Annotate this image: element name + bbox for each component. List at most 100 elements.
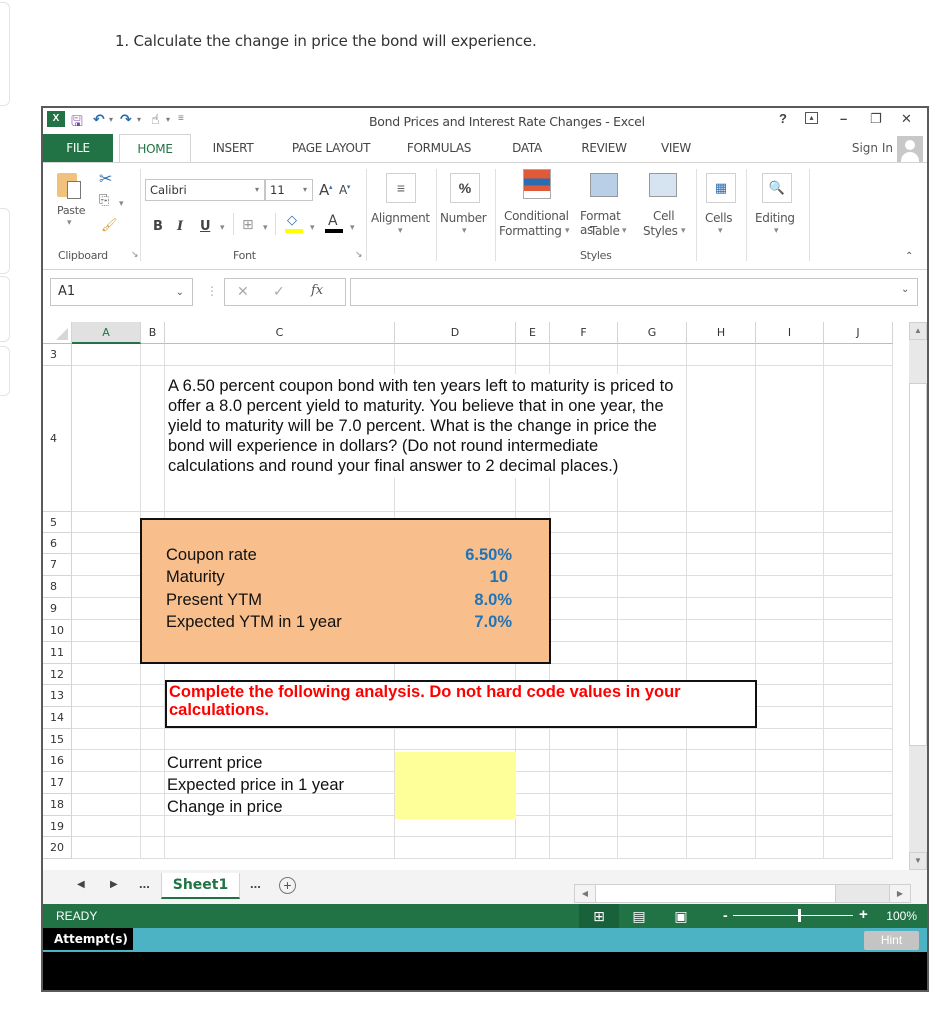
spreadsheet-grid[interactable]: A B C D E F G H I J 3 4 5 6 7 8 9 10 11 12 13 14 15 16 17 18 19 20 … (43, 322, 911, 870)
minimize-icon[interactable]: – (840, 111, 847, 126)
cancel-icon[interactable]: ✕ (237, 283, 249, 300)
tab-home[interactable]: HOME (119, 134, 191, 162)
format-as-table-button[interactable]: Format as Table ▾ (576, 167, 636, 241)
input-value-maturity[interactable]: 10 (428, 568, 508, 587)
row-header-11[interactable]: 11 (43, 642, 72, 664)
enter-icon[interactable]: ✓ (273, 283, 285, 300)
page-layout-view-icon[interactable]: ▤ (619, 904, 659, 928)
sheet-ellipsis-right[interactable]: ... (250, 876, 261, 891)
answer-cell-current-price[interactable] (395, 752, 516, 774)
tab-review[interactable]: REVIEW (573, 134, 635, 162)
column-header-e[interactable]: E (516, 322, 550, 344)
horizontal-scrollbar[interactable]: ◀ ▶ (574, 884, 911, 903)
fill-dropdown-icon[interactable]: ▾ (310, 223, 315, 233)
grow-font-icon[interactable]: A▴ (319, 181, 333, 199)
vertical-scrollbar[interactable]: ▲ ▼ (909, 322, 927, 870)
font-launcher-icon[interactable]: ↘ (355, 250, 363, 260)
underline-button[interactable]: U (200, 219, 211, 234)
expand-formula-icon[interactable]: ⌄ (901, 284, 909, 295)
sign-in-link[interactable]: Sign In (852, 141, 893, 155)
row-header-18[interactable]: 18 (43, 794, 72, 816)
borders-dropdown-icon[interactable]: ▾ (263, 223, 268, 233)
clipboard-launcher-icon[interactable]: ↘ (131, 250, 139, 260)
tab-file[interactable]: FILE (43, 134, 113, 162)
sheet-ellipsis-left[interactable]: ... (139, 876, 150, 891)
editing-button[interactable]: 🔍 Editing ▾ (749, 173, 805, 239)
tab-page-layout[interactable]: PAGE LAYOUT (283, 134, 379, 162)
row-header-13[interactable]: 13 (43, 685, 72, 707)
restore-icon[interactable]: ❐ (870, 111, 882, 127)
scroll-track[interactable] (909, 340, 927, 383)
column-header-g[interactable]: G (618, 322, 687, 344)
borders-icon[interactable]: ⊞ (242, 217, 254, 233)
conditional-formatting-button[interactable]: Conditional Formatting ▾ (499, 167, 575, 241)
row-header-5[interactable]: 5 (43, 512, 72, 533)
font-name-combo[interactable]: Calibri ▾ (145, 179, 265, 201)
row-header-9[interactable]: 9 (43, 598, 72, 620)
prev-sheet-icon[interactable]: ◀ (77, 879, 85, 890)
scroll-thumb[interactable] (596, 885, 836, 902)
bold-button[interactable]: B (153, 219, 163, 234)
column-header-f[interactable]: F (550, 322, 618, 344)
formula-bar-grip-icon[interactable]: ⋮ (206, 284, 218, 298)
undo-icon[interactable]: ↶ (93, 111, 105, 128)
column-header-j[interactable]: J (824, 322, 893, 344)
copy-icon[interactable]: ⎘ (99, 193, 109, 208)
font-color-button[interactable]: A (325, 213, 345, 235)
format-painter-icon[interactable]: 🖌 (101, 218, 118, 233)
italic-button[interactable]: I (177, 219, 183, 234)
row-header-8[interactable]: 8 (43, 576, 72, 598)
fill-color-button[interactable]: ◇ (285, 213, 305, 235)
input-value-coupon-rate[interactable]: 6.50% (432, 546, 512, 565)
row-header-10[interactable]: 10 (43, 620, 72, 642)
zoom-slider[interactable] (733, 915, 853, 916)
underline-dropdown-icon[interactable]: ▾ (220, 223, 225, 233)
paste-button[interactable]: Paste ▾ (51, 169, 87, 229)
row-header-3[interactable]: 3 (43, 344, 72, 366)
tab-view[interactable]: VIEW (651, 134, 701, 162)
input-value-expected-ytm[interactable]: 7.0% (432, 613, 512, 632)
hint-button[interactable]: Hint (864, 931, 919, 950)
scroll-right-icon[interactable]: ▶ (889, 885, 910, 902)
font-size-combo[interactable]: 11 ▾ (265, 179, 313, 201)
redo-dropdown-icon[interactable]: ▾ (137, 115, 141, 124)
help-icon[interactable]: ? (779, 111, 787, 126)
column-header-i[interactable]: I (756, 322, 824, 344)
cut-icon[interactable]: ✂ (99, 169, 112, 188)
tab-insert[interactable]: INSERT (203, 134, 263, 162)
column-header-c[interactable]: C (165, 322, 395, 344)
next-sheet-icon[interactable]: ▶ (110, 879, 118, 890)
column-header-d[interactable]: D (395, 322, 516, 344)
zoom-level[interactable]: 100% (886, 909, 917, 923)
row-header-12[interactable]: 12 (43, 664, 72, 685)
user-avatar-icon[interactable] (897, 136, 923, 162)
scroll-track[interactable] (909, 746, 927, 852)
collapse-ribbon-icon[interactable]: ⌃ (905, 251, 913, 262)
scroll-thumb[interactable] (909, 383, 927, 746)
cell-styles-button[interactable]: Cell Styles ▾ (637, 167, 687, 241)
page-break-view-icon[interactable]: ▣ (661, 904, 701, 928)
undo-dropdown-icon[interactable]: ▾ (109, 115, 113, 124)
alignment-button[interactable]: ≡ Alignment ▾ (369, 173, 433, 239)
touch-dropdown-icon[interactable]: ▾ (166, 115, 170, 124)
touch-mode-icon[interactable]: ☝ (151, 111, 160, 128)
tab-data[interactable]: DATA (503, 134, 551, 162)
tab-formulas[interactable]: FORMULAS (399, 134, 479, 162)
shrink-font-icon[interactable]: A▾ (339, 183, 350, 197)
column-header-h[interactable]: H (687, 322, 756, 344)
add-sheet-icon[interactable]: + (279, 877, 296, 894)
row-header-16[interactable]: 16 (43, 750, 72, 772)
row-header-14[interactable]: 14 (43, 707, 72, 729)
font-color-dropdown-icon[interactable]: ▾ (350, 223, 355, 233)
scroll-up-icon[interactable]: ▲ (909, 322, 927, 340)
answer-cell-change-in-price[interactable] (395, 796, 516, 819)
row-header-15[interactable]: 15 (43, 729, 72, 750)
scroll-left-icon[interactable]: ◀ (575, 885, 596, 902)
customize-qat-icon[interactable]: ≡ (178, 113, 184, 124)
sheet-tab-sheet1[interactable]: Sheet1 (161, 873, 240, 899)
input-value-present-ytm[interactable]: 8.0% (432, 591, 512, 610)
zoom-in-icon[interactable]: + (859, 906, 868, 923)
normal-view-icon[interactable]: ⊞ (579, 904, 619, 928)
column-header-a[interactable]: A (72, 322, 141, 344)
row-header-17[interactable]: 17 (43, 772, 72, 794)
